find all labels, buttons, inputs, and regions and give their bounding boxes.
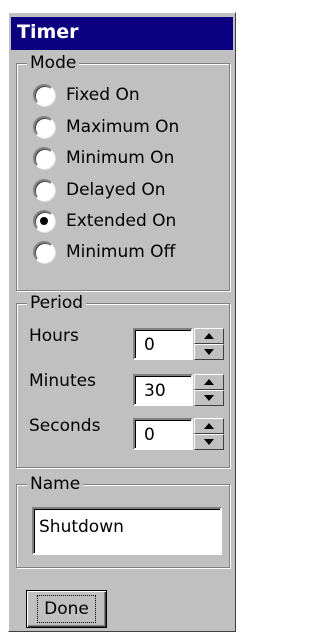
- arrow-down-icon: [204, 439, 214, 445]
- radio-button[interactable]: [33, 241, 55, 263]
- seconds-down-button[interactable]: [194, 434, 224, 450]
- name-legend: Name: [27, 473, 84, 495]
- hours-input[interactable]: 0: [133, 328, 193, 360]
- mode-legend: Mode: [27, 52, 80, 74]
- hours-label: Hours: [29, 326, 79, 346]
- name-input[interactable]: Shutdown: [32, 507, 222, 555]
- done-button-label: Done: [37, 595, 96, 623]
- hours-up-button[interactable]: [194, 328, 224, 344]
- window-title: Timer: [17, 21, 79, 43]
- mode-option-maximum-on[interactable]: Maximum On: [33, 113, 179, 141]
- radio-label: Minimum Off: [66, 242, 176, 262]
- minutes-down-button[interactable]: [194, 390, 224, 406]
- arrow-down-icon: [204, 395, 214, 401]
- mode-option-minimum-off[interactable]: Minimum Off: [33, 238, 175, 266]
- hours-spinner: [194, 328, 224, 360]
- arrow-down-icon: [204, 349, 214, 355]
- radio-button[interactable]: [33, 84, 55, 106]
- radio-label: Minimum On: [66, 148, 175, 168]
- radio-button[interactable]: [33, 179, 55, 201]
- seconds-spinner: [194, 418, 224, 450]
- arrow-up-icon: [204, 423, 214, 429]
- radio-label: Maximum On: [66, 117, 180, 137]
- arrow-up-icon: [204, 333, 214, 339]
- hours-down-button[interactable]: [194, 344, 224, 360]
- timer-panel: Timer Mode Fixed On Maximum On Minimum O…: [8, 12, 236, 632]
- name-group: Name Shutdown: [16, 473, 230, 568]
- minutes-label: Minutes: [29, 371, 96, 391]
- radio-button[interactable]: [33, 147, 55, 169]
- period-legend: Period: [27, 292, 87, 314]
- mode-group: Mode Fixed On Maximum On Minimum On Dela…: [16, 52, 230, 291]
- radio-label: Fixed On: [66, 85, 140, 105]
- mode-option-fixed-on[interactable]: Fixed On: [33, 81, 140, 109]
- seconds-label: Seconds: [29, 416, 101, 436]
- radio-button[interactable]: [33, 116, 55, 138]
- seconds-input[interactable]: 0: [133, 418, 193, 450]
- radio-label: Extended On: [66, 211, 177, 231]
- title-bar: Timer: [11, 17, 233, 50]
- radio-label: Delayed On: [66, 180, 166, 200]
- radio-button-checked[interactable]: [33, 210, 55, 232]
- mode-option-delayed-on[interactable]: Delayed On: [33, 176, 166, 204]
- minutes-input[interactable]: 30: [133, 374, 193, 406]
- mode-option-extended-on[interactable]: Extended On: [33, 207, 176, 235]
- seconds-up-button[interactable]: [194, 418, 224, 434]
- minutes-up-button[interactable]: [194, 374, 224, 390]
- done-button[interactable]: Done: [26, 590, 107, 628]
- mode-option-minimum-on[interactable]: Minimum On: [33, 144, 174, 172]
- period-group: Period Hours 0 Minutes 30 Seconds 0: [16, 292, 230, 468]
- minutes-spinner: [194, 374, 224, 406]
- arrow-up-icon: [204, 379, 214, 385]
